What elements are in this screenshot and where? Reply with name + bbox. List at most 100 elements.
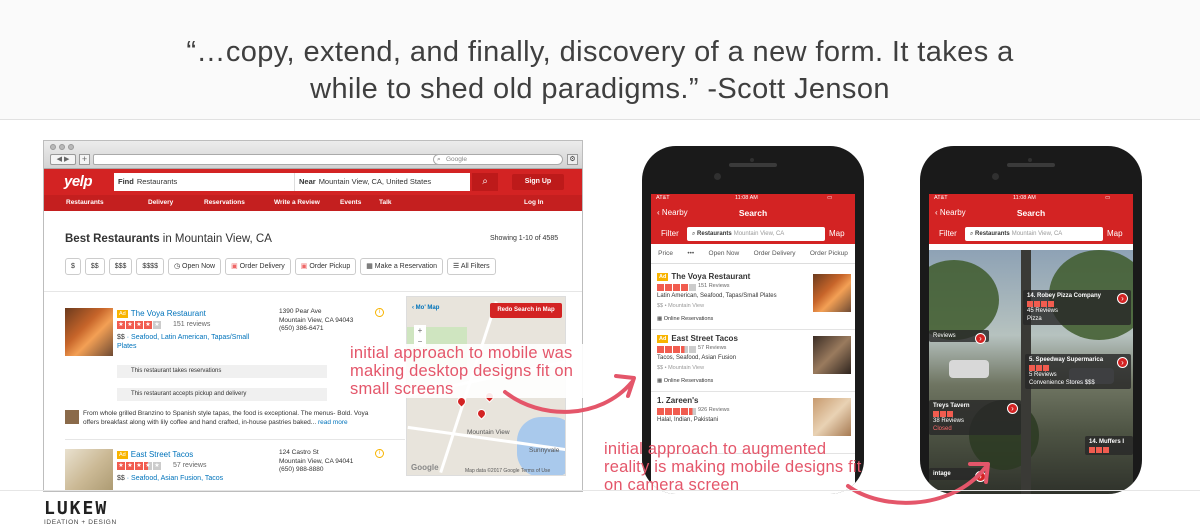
star-rating: ★ ★ ★ ★ ★ (117, 321, 161, 329)
nav-reservations[interactable]: Reservations (204, 199, 245, 206)
filter-price-3[interactable]: $$$ (108, 258, 133, 275)
chevron-right-icon[interactable]: › (975, 471, 986, 482)
item-extra: ▦ Online Reservations (657, 378, 714, 384)
chevron-right-icon[interactable]: › (1007, 403, 1018, 414)
google-logo: Google (411, 463, 439, 472)
nav-write-review[interactable]: Write a Review (274, 199, 320, 206)
map-button[interactable]: Map (1107, 229, 1123, 238)
car (949, 360, 989, 378)
window-controls[interactable] (50, 144, 74, 150)
filter-all[interactable]: ☰ All Filters (447, 258, 496, 275)
nav-events[interactable]: Events (340, 199, 361, 206)
reviewer-avatar[interactable] (65, 410, 79, 424)
chip-order-pickup[interactable]: Order Pickup (810, 250, 848, 257)
find-input[interactable]: Find Restaurants (114, 173, 294, 191)
slide: “…copy, extend, and finally, discovery o… (0, 0, 1200, 532)
search-button[interactable]: ⌕ (472, 173, 498, 191)
review-snippet: From whole grilled Branzino to Spanish s… (65, 409, 385, 427)
chip-more[interactable]: ••• (687, 250, 694, 257)
result-name[interactable]: Ad The Voya Restaurant (117, 309, 206, 318)
chevron-right-icon[interactable]: › (1117, 357, 1128, 368)
nav-login[interactable]: Log In (524, 199, 544, 206)
calendar-icon: ▦ (657, 378, 664, 384)
quote-line-2: while to shed old paradigms.” -Scott Jen… (310, 73, 890, 105)
review-count[interactable]: 57 reviews (173, 462, 206, 469)
nav-delivery[interactable]: Delivery (148, 199, 173, 206)
map-button[interactable]: Map (829, 229, 845, 238)
search-input[interactable]: ⌕ Restaurants Mountain View, CA (687, 227, 825, 241)
phone-screen: AT&T 11:08 AM ▭ ‹ Nearby Search Filter ⌕… (929, 194, 1133, 494)
phone-camera (714, 173, 721, 180)
chip-open-now[interactable]: Open Now (709, 250, 740, 257)
camera-view[interactable]: 14. Robey Pizza Company 45 Reviews Pizza… (929, 250, 1133, 494)
yelp-logo[interactable]: yelp (64, 173, 93, 190)
chevron-right-icon[interactable]: › (1117, 293, 1128, 304)
review-count[interactable]: 151 reviews (173, 321, 210, 328)
browser-chrome: ◀ ▶ + ⌕ Google ⚙ (44, 141, 582, 169)
status-bar: AT&T 11:08 AM ▭ (651, 194, 855, 204)
ar-place-tag[interactable]: 14. Robey Pizza Company 45 Reviews Pizza… (1023, 290, 1131, 325)
search-icon: ⌕ (437, 156, 441, 163)
back-to-map-link[interactable]: ‹ Mo' Map (412, 305, 439, 311)
chip-order-delivery[interactable]: Order Delivery (754, 250, 796, 257)
desktop-browser-window: ◀ ▶ + ⌕ Google ⚙ yelp Find Restaurants Nea… (43, 140, 583, 492)
filter-price-2[interactable]: $$ (84, 258, 105, 275)
search-result: Ad East Street Tacos ★ ★ ★ ★ ★ 57 reviews $$ … (65, 449, 395, 491)
result-name[interactable]: Ad East Street Tacos (117, 450, 193, 459)
result-photo[interactable] (65, 449, 113, 491)
filter-price-4[interactable]: $$$$ (136, 258, 164, 275)
filter-price-1[interactable]: $ (65, 258, 81, 275)
chevron-right-icon[interactable]: › (975, 333, 986, 344)
gear-icon[interactable]: ⚙ (567, 154, 578, 165)
filter-order-delivery[interactable]: ▣ Order Delivery (225, 258, 291, 275)
star-rating (657, 346, 696, 353)
quote: “…copy, extend, and finally, discovery o… (0, 34, 1200, 108)
review-count: 926 Reviews (698, 407, 730, 413)
review-count: 151 Reviews (698, 283, 730, 289)
calendar-icon: ▦ (657, 316, 664, 322)
search-input[interactable]: ⌕ Restaurants Mountain View, CA (965, 227, 1103, 241)
info-icon[interactable]: i (375, 308, 384, 317)
item-categories: Tacos, Seafood, Asian Fusion (657, 355, 737, 361)
filter-button[interactable]: Filter (661, 229, 679, 238)
star-rating (1027, 301, 1127, 307)
near-input[interactable]: Near Mountain View, CA, United States (294, 173, 470, 191)
ad-badge: Ad (657, 273, 669, 281)
read-more-link[interactable]: read more (318, 419, 348, 426)
signup-button[interactable]: Sign Up (512, 174, 564, 190)
result-photo[interactable] (65, 308, 113, 356)
address-bar[interactable] (93, 154, 468, 165)
back-forward-buttons[interactable]: ◀ ▶ (50, 154, 76, 165)
browser-search-field[interactable]: ⌕ Google (433, 154, 563, 165)
map-pin[interactable] (475, 407, 488, 420)
filter-button[interactable]: Filter (939, 229, 957, 238)
ar-place-tag[interactable]: Reviews › (929, 330, 989, 344)
search-result: Ad The Voya Restaurant ★ ★ ★ ★ ★ 151 reviews … (65, 308, 395, 408)
redo-search-button[interactable]: Redo Search in Map (490, 303, 562, 318)
quote-line-1: “…copy, extend, and finally, discovery o… (186, 36, 1014, 68)
map-town-label: Mountain View (467, 429, 510, 436)
clock-icon: ◷ (173, 263, 183, 270)
result-count: Showing 1-10 of 4585 (490, 235, 559, 242)
list-item[interactable]: Ad East Street Tacos 57 Reviews Tacos, Se… (651, 330, 855, 392)
filter-order-pickup[interactable]: ▣ Order Pickup (294, 258, 357, 275)
filter-open-now[interactable]: ◷ Open Now (167, 258, 222, 275)
filter-chips: $ $$ $$$ $$$$ ◷ Open Now ▣ Order Deliver… (65, 258, 496, 275)
ar-annotation: initial approach to augmented reality is… (604, 440, 862, 494)
nav-restaurants[interactable]: Restaurants (66, 199, 104, 206)
chip-price[interactable]: Price (658, 250, 673, 257)
new-tab-button[interactable]: + (79, 154, 90, 165)
review-count: 57 Reviews (698, 345, 727, 351)
ar-place-tag[interactable]: 5. Speedway Supermarica 5 Reviews Conven… (1025, 354, 1131, 389)
filter-make-reservation[interactable]: ▦ Make a Reservation (360, 258, 444, 275)
info-icon[interactable]: i (375, 449, 384, 458)
nav-talk[interactable]: Talk (379, 199, 392, 206)
nav-header: ‹ Nearby Search (929, 204, 1133, 224)
ar-place-tag[interactable]: Treys Tavern 38 Reviews Closed › (929, 400, 1021, 435)
item-name: Ad East Street Tacos (657, 334, 738, 343)
ar-place-tag[interactable]: intage › (929, 468, 989, 482)
item-name: 1. Zareen's (657, 396, 699, 405)
yelp-nav: Restaurants Delivery Reservations Write … (44, 195, 582, 211)
list-item[interactable]: Ad The Voya Restaurant 151 Reviews Latin … (651, 268, 855, 330)
ar-place-tag[interactable]: 14. Muffers I (1085, 436, 1133, 455)
